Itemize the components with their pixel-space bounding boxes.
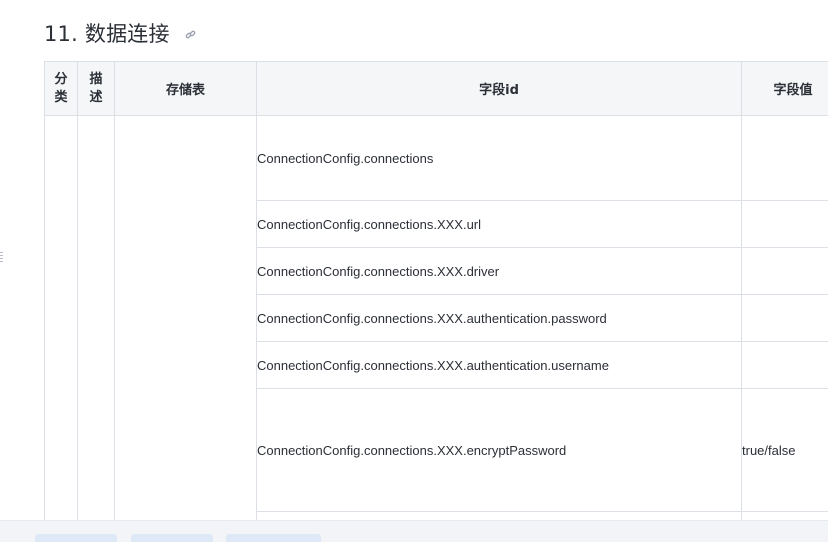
toolbar-tab[interactable]	[35, 534, 117, 542]
cell-field-id: ConnectionConfig.connections	[256, 115, 742, 201]
table-row: ConnectionConfig.connections	[44, 115, 828, 542]
table-header-row: 分 类 描 述 存储表 字段id 字段值	[44, 61, 828, 116]
header-storage: 存储表	[114, 61, 257, 116]
resize-handle[interactable]	[0, 252, 3, 264]
cell-field-id: ConnectionConfig.connections.XXX.authent…	[256, 294, 742, 342]
cell-storage	[114, 115, 257, 542]
header-description: 描 述	[77, 61, 115, 116]
cell-description	[77, 115, 115, 542]
header-field-id: 字段id	[256, 61, 742, 116]
cell-field-value	[741, 200, 828, 248]
cell-field-id: ConnectionConfig.connections.XXX.authent…	[256, 341, 742, 389]
cell-field-value	[741, 341, 828, 389]
cell-field-id: ConnectionConfig.connections.XXX.encrypt…	[256, 388, 742, 512]
cell-field-value: true/false	[741, 388, 828, 512]
section-heading: 11. 数据连接	[44, 18, 196, 48]
cell-field-id: ConnectionConfig.connections.XXX.url	[256, 200, 742, 248]
section-number: 11.	[44, 22, 78, 46]
toolbar-tab[interactable]	[226, 534, 321, 542]
header-category: 分 类	[44, 61, 78, 116]
toolbar-tab[interactable]	[131, 534, 213, 542]
cell-field-value	[741, 247, 828, 295]
cell-category	[44, 115, 78, 542]
header-field-value: 字段值	[741, 61, 828, 116]
bottom-toolbar	[0, 520, 828, 542]
cell-field-value	[741, 294, 828, 342]
cell-field-id: ConnectionConfig.connections.XXX.driver	[256, 247, 742, 295]
section-title: 数据连接	[84, 22, 170, 46]
link-icon[interactable]	[185, 21, 196, 45]
cell-field-value	[741, 115, 828, 201]
data-table: 分 类 描 述 存储表 字段id 字段值 ConnectionConfig.co…	[44, 61, 828, 542]
page: 11. 数据连接 分 类 描 述 存储表 字段id 字段值 Connection…	[0, 0, 828, 542]
